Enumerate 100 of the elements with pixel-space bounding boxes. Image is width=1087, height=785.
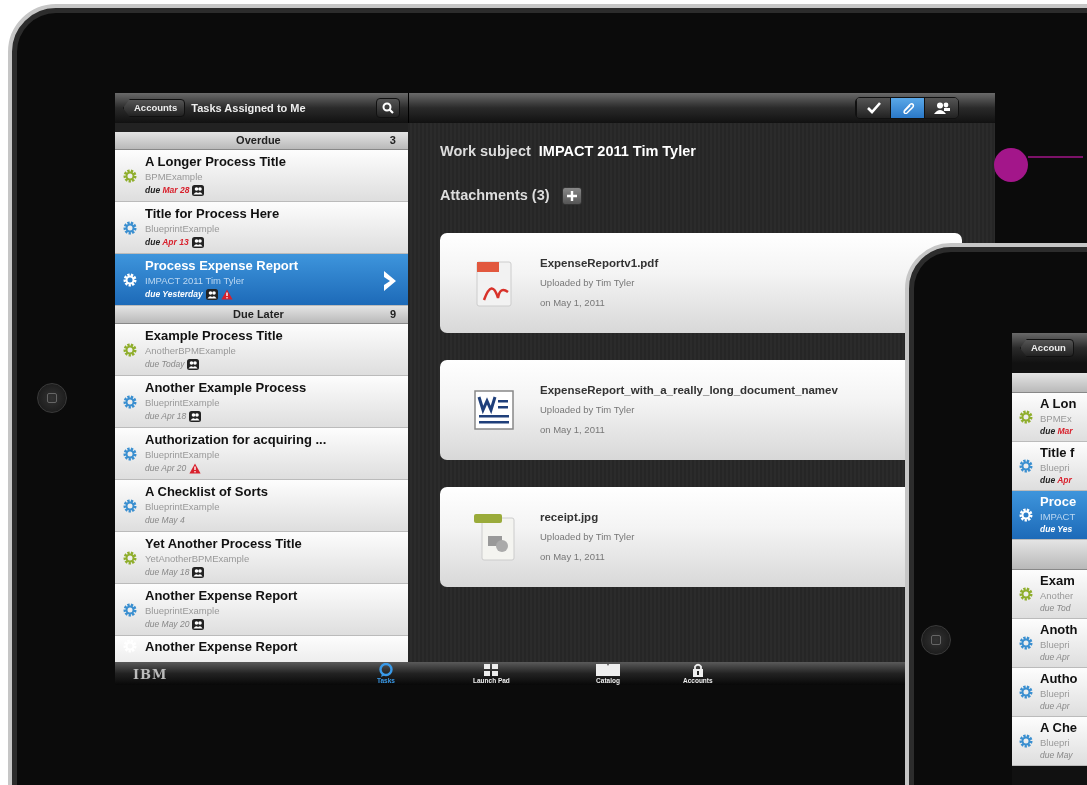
checkmark-icon <box>866 102 881 114</box>
task-item[interactable]: Process Expense Report IMPACT 2011 Tim Tyler due Yesterday <box>115 254 408 306</box>
upload-date: on May 1, 2011 <box>540 549 606 564</box>
task-item[interactable]: Another Expense Report BlueprintExample due May 20 <box>115 584 408 636</box>
task-item[interactable]: A Longer Process Title BPMExample due Mar 28 <box>115 150 408 202</box>
chevron-icon <box>382 270 398 292</box>
task-title: Title f <box>1040 444 1075 461</box>
field-value: IMPACT 2011 Tim Tyler <box>538 142 696 161</box>
task-title: Another Expense Report <box>145 588 298 604</box>
toolbar-button[interactable] <box>856 98 890 118</box>
due-text: due Apr <box>1040 474 1072 487</box>
task-item[interactable]: Another Example Process BlueprintExample due Apr 18 <box>115 376 408 428</box>
toolbar-button[interactable] <box>890 98 924 118</box>
due-text: due Apr 20 <box>145 461 187 475</box>
file-name: ExpenseReportv1.pdf <box>540 255 659 271</box>
attachment-card[interactable]: ExpenseReportv1.pdf Uploaded by Tim Tyler on May 1, 2011 <box>440 232 962 333</box>
task-source: YetAnotherBPMExample <box>145 552 251 565</box>
speech-bubble-icon <box>377 663 394 677</box>
due-text: due May <box>1040 749 1073 762</box>
task-title: Title for Process Here <box>145 206 280 222</box>
due-text: due May 4 <box>145 513 185 527</box>
task-source: BlueprintExample <box>145 500 221 513</box>
file-name: receipt.jpg <box>540 509 600 525</box>
task-source: BlueprintExample <box>145 604 221 617</box>
task-title: A Lon <box>1040 395 1077 412</box>
paperclip-icon <box>900 102 915 114</box>
section-title: Overdue <box>236 133 281 149</box>
due-text: due Tod <box>1040 602 1071 615</box>
task-source: Bluepri <box>1040 735 1071 749</box>
attachment-card[interactable]: ExpenseReport_with_a_really_long_document_namev Uploaded by Tim Tyler on May 1, 2011 <box>440 359 906 460</box>
plus-icon <box>566 190 577 201</box>
image-file-icon <box>472 511 516 562</box>
file-name: ExpenseReport_with_a_really_long_document_namev <box>540 382 838 398</box>
grid-icon <box>483 663 500 677</box>
document-icon <box>474 389 514 430</box>
task-source: AnotherBPMExample <box>145 344 237 357</box>
task-title: Another Example Process <box>145 380 307 396</box>
due-text: due Apr 18 <box>145 409 187 423</box>
task-title: Exam <box>1040 572 1075 589</box>
due-text: due May 18 <box>145 565 190 579</box>
upload-date: on May 1, 2011 <box>540 422 606 437</box>
task-item[interactable]: Another Expense Report <box>115 636 408 662</box>
task-title: Process Expense Report <box>145 258 299 274</box>
due-text: due Yes <box>1040 523 1073 536</box>
task-source: BlueprintExample <box>145 222 221 235</box>
nav-title: Tasks Assigned to Me <box>191 100 306 116</box>
task-item[interactable]: A Che Bluepri due May <box>1012 717 1087 766</box>
task-title: A Checklist of Sorts <box>145 484 269 500</box>
task-title: Anoth <box>1040 621 1078 638</box>
task-item[interactable]: A Checklist of Sorts BlueprintExample due May 4 <box>115 480 408 532</box>
back-button[interactable]: Accounts <box>123 98 186 118</box>
due-text: due Yesterday <box>145 287 203 301</box>
book-icon <box>595 663 621 677</box>
task-source: Bluepri <box>1040 637 1071 651</box>
lock-icon <box>691 663 704 677</box>
task-source: BPMExample <box>145 170 204 183</box>
task-title: Authorization for acquiring ... <box>145 432 327 448</box>
task-title: A Longer Process Title <box>145 154 286 170</box>
task-item[interactable]: Title f Bluepri due Apr <box>1012 442 1087 491</box>
task-item[interactable]: Title for Process Here BlueprintExample due Apr 13 <box>115 202 408 254</box>
section-count: 9 <box>389 307 396 323</box>
task-source: Bluepri <box>1040 460 1071 474</box>
due-text: due Mar 28 <box>145 183 190 197</box>
uploader-text: Uploaded by Tim Tyler <box>540 275 636 290</box>
uploader-text: Uploaded by Tim Tyler <box>540 402 636 417</box>
section-title: Due Later <box>233 307 284 323</box>
task-title: Another Expense Report <box>145 639 298 655</box>
due-text: due Apr <box>1040 700 1070 713</box>
task-item[interactable]: Example Process Title AnotherBPMExample due Today <box>115 324 408 376</box>
task-item[interactable]: Authorization for acquiring ... BlueprintExample due Apr 20 <box>115 428 408 480</box>
task-source: BlueprintExample <box>145 396 221 409</box>
attachment-card[interactable]: receipt.jpg Uploaded by Tim Tyler on May 1, 2011 <box>440 486 906 587</box>
task-source: IMPACT <box>1040 509 1077 523</box>
task-title: A Che <box>1040 719 1078 736</box>
due-text: due Mar <box>1040 425 1073 438</box>
task-item[interactable]: A Lon BPMEx due Mar <box>1012 393 1087 442</box>
task-source: BlueprintExample <box>145 448 221 461</box>
due-text: due Apr 13 <box>145 235 189 249</box>
task-item[interactable]: Exam Another due Tod <box>1012 570 1087 619</box>
upload-date: on May 1, 2011 <box>540 295 606 310</box>
back-button[interactable]: Accoun <box>1020 338 1074 358</box>
task-item[interactable]: Proce IMPACT due Yes <box>1012 491 1087 540</box>
due-text: due May 20 <box>145 617 190 631</box>
section-count: 3 <box>389 133 396 149</box>
task-title: Autho <box>1040 670 1078 687</box>
add-button[interactable] <box>561 186 582 205</box>
due-text: due Today <box>145 357 185 371</box>
task-source: IMPACT 2011 Tim Tyler <box>145 274 246 287</box>
uploader-text: Uploaded by Tim Tyler <box>540 529 635 544</box>
attachments-heading: Attachments (3) <box>440 185 550 205</box>
task-item[interactable]: Anoth Bluepri due Apr <box>1012 619 1087 668</box>
search-button[interactable] <box>376 98 400 118</box>
toolbar-button[interactable] <box>924 98 958 118</box>
field-label: Work subject <box>440 142 531 161</box>
logo-text: IBM <box>133 666 168 684</box>
task-title: Yet Another Process Title <box>145 536 302 552</box>
task-item[interactable]: Autho Bluepri due Apr <box>1012 668 1087 717</box>
task-source: BPMEx <box>1040 411 1073 425</box>
task-source: Bluepri <box>1040 686 1071 700</box>
task-item[interactable]: Yet Another Process Title YetAnotherBPMExample due May 18 <box>115 532 408 584</box>
